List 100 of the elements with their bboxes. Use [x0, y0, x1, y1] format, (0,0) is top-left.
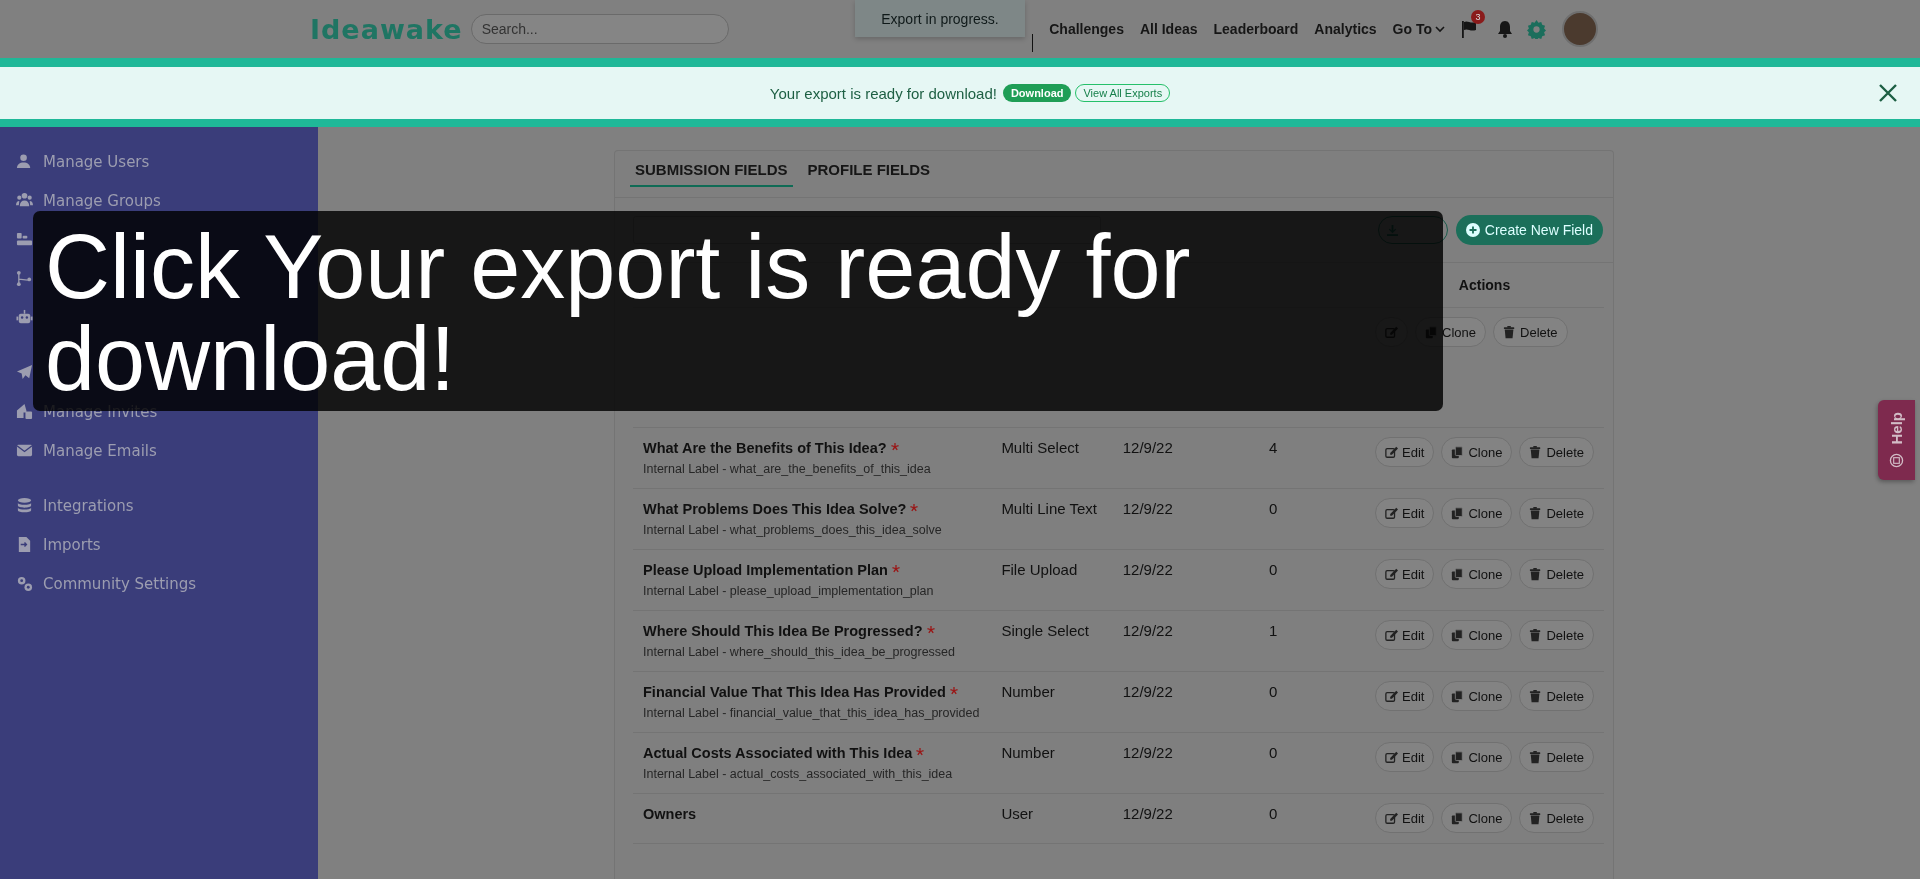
- copy-icon: [1451, 750, 1465, 764]
- banner-message: Your export is ready for download!: [769, 84, 997, 102]
- download-button[interactable]: Download: [1002, 84, 1072, 102]
- created-date: 12/9/22: [1122, 561, 1173, 578]
- users-icon: [16, 192, 33, 209]
- edit-button[interactable]: Edit: [1375, 742, 1435, 772]
- delete-button[interactable]: Delete: [1519, 803, 1594, 833]
- edit-button[interactable]: Edit: [1375, 681, 1435, 711]
- field-label: Actual Costs Associated with This Idea: [643, 744, 982, 763]
- entry-count: 0: [1269, 744, 1278, 761]
- clone-button[interactable]: Clone: [1441, 559, 1513, 589]
- file-icon: [16, 536, 33, 553]
- nav-link[interactable]: Challenges: [1041, 21, 1132, 37]
- clone-button[interactable]: Clone: [1441, 620, 1513, 650]
- sidebar-item[interactable]: Community Settings: [0, 564, 318, 603]
- delete-button[interactable]: Delete: [1519, 742, 1594, 772]
- copy-icon: [1451, 567, 1465, 581]
- trash-icon: [1529, 567, 1543, 581]
- entry-count: 0: [1269, 805, 1278, 822]
- delete-button[interactable]: Delete: [1493, 317, 1568, 347]
- sidebar-item[interactable]: Integrations: [0, 486, 318, 525]
- field-label: Owners: [643, 805, 698, 824]
- trash-icon: [1529, 750, 1543, 764]
- internal-label: Internal Label - please_upload_implementation_plan: [643, 583, 935, 600]
- edit-button[interactable]: Edit: [1375, 437, 1435, 467]
- tab[interactable]: SUBMISSION FIELDS: [630, 161, 793, 187]
- entry-count: 1: [1269, 622, 1278, 639]
- help-tab[interactable]: Help: [1878, 400, 1915, 480]
- edit-icon: [1385, 506, 1399, 520]
- copy-icon: [1451, 811, 1465, 825]
- delete-button[interactable]: Delete: [1519, 498, 1594, 528]
- entry-count: 0: [1269, 561, 1278, 578]
- clone-button[interactable]: Clone: [1441, 437, 1513, 467]
- trash-icon: [1529, 628, 1543, 642]
- copy-icon: [1451, 689, 1465, 703]
- delete-button[interactable]: Delete: [1519, 437, 1594, 467]
- field-type: User: [1001, 805, 1034, 822]
- delete-button[interactable]: Delete: [1519, 620, 1594, 650]
- toast-message: Export in progress.: [855, 0, 1025, 37]
- house-icon: [16, 403, 33, 420]
- plus-circle-icon: [1465, 223, 1480, 237]
- edit-icon: [1385, 689, 1399, 703]
- edit-button[interactable]: Edit: [1375, 803, 1435, 833]
- clone-button[interactable]: Clone: [1441, 681, 1513, 711]
- sidebar-item[interactable]: Manage Emails: [0, 431, 318, 470]
- sidebar-item[interactable]: Manage Users: [0, 142, 318, 181]
- created-date: 12/9/22: [1122, 744, 1173, 761]
- trash-icon: [1529, 506, 1543, 520]
- field-type: Number: [1001, 744, 1055, 761]
- created-date: 12/9/22: [1122, 805, 1173, 822]
- internal-label: Internal Label - financial_value_that_this_idea_has_provided: [643, 705, 981, 722]
- nav-link[interactable]: Leaderboard: [1205, 21, 1307, 37]
- internal-label: Internal Label - actual_costs_associated_with_this_idea: [643, 766, 954, 783]
- field-label: Financial Value That This Idea Has Provided: [643, 683, 982, 702]
- internal-label: Internal Label - what_problems_does_this_idea_solve: [643, 522, 943, 539]
- bell-button[interactable]: [1497, 20, 1513, 38]
- entry-count: 0: [1269, 683, 1278, 700]
- search-field[interactable]: Search...: [470, 14, 729, 44]
- avatar[interactable]: [1562, 11, 1598, 47]
- copy-icon: [1451, 506, 1465, 520]
- delete-button[interactable]: Delete: [1519, 681, 1594, 711]
- text-cursor: [1032, 34, 1034, 52]
- created-date: 12/9/22: [1122, 439, 1173, 456]
- tab[interactable]: PROFILE FIELDS: [802, 161, 936, 187]
- field-label: What Problems Does This Idea Solve?: [643, 500, 982, 519]
- clone-button[interactable]: Clone: [1441, 742, 1513, 772]
- trash-icon: [1529, 811, 1543, 825]
- notification-badge: 3: [1471, 10, 1485, 24]
- database-icon: [16, 497, 33, 514]
- gears-icon: [16, 575, 33, 592]
- create-new-field-button[interactable]: Create New Field: [1455, 215, 1603, 245]
- internal-label: Internal Label - where_should_this_idea_be_progressed: [643, 644, 957, 661]
- sidebar-item[interactable]: Imports: [0, 525, 318, 564]
- nav-link[interactable]: Analytics: [1306, 21, 1385, 37]
- field-label: What Are the Benefits of This Idea?: [643, 439, 982, 458]
- copy-icon: [1451, 445, 1465, 459]
- lifebuoy-icon: [1889, 452, 1904, 468]
- created-date: 12/9/22: [1122, 683, 1173, 700]
- branch-icon: [16, 270, 33, 287]
- nav-link[interactable]: All Ideas: [1131, 21, 1206, 37]
- edit-button[interactable]: Edit: [1375, 559, 1435, 589]
- edit-button[interactable]: Edit: [1375, 620, 1435, 650]
- clone-button[interactable]: Clone: [1441, 498, 1513, 528]
- flag-button[interactable]: [1461, 20, 1477, 38]
- chevron-down-icon: [1435, 24, 1445, 34]
- created-date: 12/9/22: [1122, 500, 1173, 517]
- created-date: 12/9/22: [1122, 622, 1173, 639]
- copy-icon: [1451, 628, 1465, 642]
- delete-button[interactable]: Delete: [1519, 559, 1594, 589]
- clone-button[interactable]: Clone: [1441, 803, 1513, 833]
- field-type: File Upload: [1001, 561, 1078, 578]
- field-label: Where Should This Idea Be Progressed?: [643, 622, 982, 641]
- field-type: Single Select: [1001, 622, 1089, 639]
- trash-icon: [1503, 325, 1516, 339]
- user-icon: [16, 153, 33, 170]
- field-type: Number: [1001, 683, 1055, 700]
- go-to-menu[interactable]: Go To: [1384, 21, 1453, 37]
- edit-button[interactable]: Edit: [1375, 498, 1435, 528]
- trash-icon: [1529, 689, 1543, 703]
- flag-icon: [1461, 20, 1477, 38]
